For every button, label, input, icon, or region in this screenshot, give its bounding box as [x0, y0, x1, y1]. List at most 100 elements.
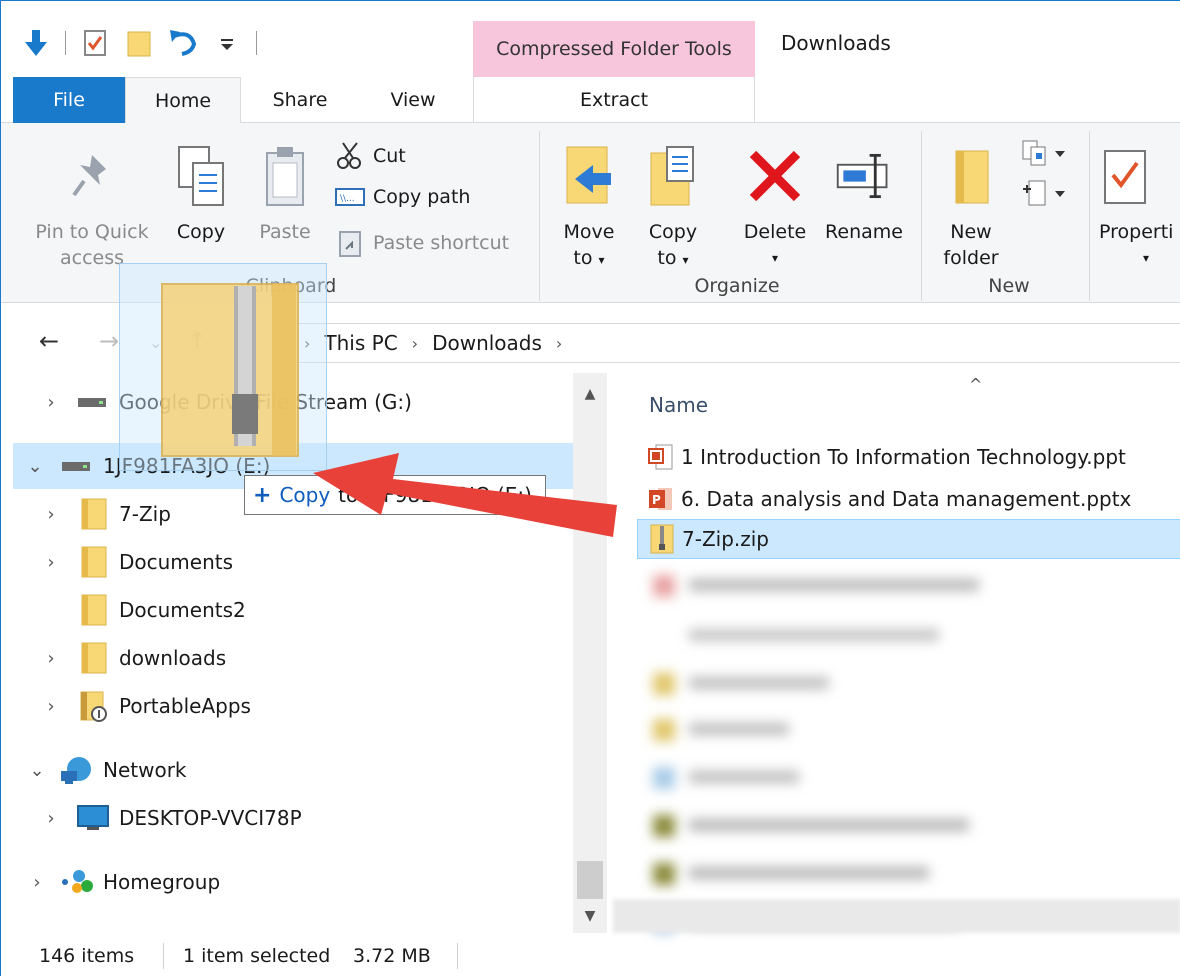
forward-arrow-icon[interactable]: →: [99, 327, 119, 355]
scrollbar-thumb[interactable]: [577, 861, 603, 899]
rename-label: Rename: [825, 221, 903, 243]
move-to-label-2: to ▾: [573, 247, 605, 269]
tree-item-label: downloads: [119, 646, 227, 670]
scroll-down-arrow-icon[interactable]: ▼: [573, 899, 607, 933]
plus-icon: +: [253, 482, 272, 508]
ribbon-divider: [1089, 131, 1090, 301]
expand-chevron-icon[interactable]: ›: [41, 648, 61, 669]
scroll-up-arrow-icon[interactable]: ▲: [573, 377, 607, 411]
file-name: 6. Data analysis and Data management.ppt…: [681, 487, 1132, 511]
organize-group-label: Organize: [694, 275, 780, 297]
paste-icon: [255, 141, 315, 211]
easy-access-button[interactable]: [1019, 177, 1071, 217]
new-folder-button[interactable]: New folder: [933, 141, 1009, 271]
move-to-button[interactable]: Move to ▾: [553, 141, 625, 273]
expand-chevron-icon[interactable]: ›: [41, 696, 61, 717]
drive-icon: [61, 459, 91, 473]
down-arrow-icon[interactable]: [21, 26, 51, 60]
tree-item-documents2[interactable]: Documents2: [1, 587, 573, 633]
tab-home[interactable]: Home: [125, 77, 241, 124]
customize-dropdown-icon[interactable]: [212, 26, 242, 60]
expand-chevron-icon[interactable]: ›: [41, 504, 61, 525]
file-row-pptx[interactable]: P 6. Data analysis and Data management.p…: [637, 479, 1180, 519]
tree-item-documents[interactable]: › Documents: [1, 539, 573, 585]
copy-to-button[interactable]: Copy to ▾: [637, 141, 709, 273]
copy-path-icon: \\...: [335, 188, 365, 206]
horizontal-scrollbar[interactable]: [613, 899, 1180, 933]
delete-dropdown-icon[interactable]: ▾: [772, 245, 778, 271]
copy-path-label: Copy path: [373, 186, 471, 208]
tree-item-label: Homegroup: [103, 870, 221, 894]
tab-share[interactable]: Share: [247, 77, 353, 123]
collapse-chevron-icon[interactable]: ⌄: [25, 456, 45, 477]
drag-target-label: to 1JF981FA3JO (E:): [338, 483, 532, 507]
tree-item-downloads[interactable]: › downloads: [1, 635, 573, 681]
title-bar: Compressed Folder Tools Downloads: [1, 1, 1180, 77]
expand-chevron-icon[interactable]: ›: [41, 808, 61, 829]
new-folder-label-2: folder: [943, 247, 999, 269]
new-item-icon: [1022, 140, 1065, 166]
delete-label: Delete: [743, 221, 807, 243]
toolbar-divider: [256, 31, 257, 55]
blurred-file-row: [649, 569, 1169, 601]
breadcrumb-chevron-icon[interactable]: ›: [412, 334, 418, 353]
column-header-name[interactable]: Name: [649, 393, 708, 417]
properties-label: Properti: [1099, 221, 1174, 243]
undo-icon[interactable]: [168, 26, 198, 60]
tree-item-desktop[interactable]: › DESKTOP-VVCI78P: [1, 795, 573, 841]
expand-chevron-icon[interactable]: ›: [41, 552, 61, 573]
status-size: 3.72 MB: [353, 945, 431, 967]
paste-shortcut-icon: [339, 231, 361, 257]
blurred-file-row: [649, 809, 1169, 841]
collapse-chevron-icon[interactable]: ⌄: [27, 760, 47, 781]
expand-chevron-icon[interactable]: ›: [41, 392, 61, 413]
pin-icon: [62, 141, 122, 211]
paste-label: Paste: [259, 221, 311, 243]
file-row-ppt[interactable]: 1 Introduction To Information Technology…: [637, 437, 1180, 477]
tab-file[interactable]: File: [13, 77, 125, 123]
nav-pane-scrollbar[interactable]: ▲ ▼: [573, 373, 607, 933]
breadcrumb-chevron-icon[interactable]: ›: [556, 334, 562, 353]
move-to-icon: [559, 141, 619, 211]
properties-button[interactable]: Properti ▾: [1099, 141, 1180, 271]
blurred-file-row: [649, 857, 1169, 889]
folder-icon: [81, 498, 107, 530]
pin-to-quick-access-button[interactable]: Pin to Quick access: [25, 141, 159, 271]
new-folder-icon[interactable]: [124, 26, 154, 60]
toolbar-divider: [65, 31, 66, 55]
paste-button[interactable]: Paste: [253, 141, 317, 245]
copy-path-button[interactable]: \\... Copy path: [335, 185, 470, 209]
breadcrumb-this-pc[interactable]: This PC: [324, 331, 397, 355]
breadcrumb-downloads[interactable]: Downloads: [432, 331, 542, 355]
drag-copy-tooltip: + Copy to 1JF981FA3JO (E:): [244, 475, 546, 515]
explorer-window: Compressed Folder Tools Downloads File H…: [0, 0, 1180, 976]
new-item-button[interactable]: [1019, 137, 1071, 177]
back-arrow-icon[interactable]: ←: [39, 327, 59, 355]
status-item-count: 146 items: [39, 945, 135, 967]
status-divider: [457, 943, 458, 969]
pin-label-1: Pin to Quick: [35, 221, 149, 243]
tree-item-network[interactable]: ⌄ Network: [1, 747, 573, 793]
easy-access-icon: [1023, 180, 1065, 206]
cut-button[interactable]: Cut: [335, 141, 406, 171]
status-selection: 1 item selected: [183, 945, 331, 967]
copy-button[interactable]: Copy: [169, 141, 233, 245]
file-name: 1 Introduction To Information Technology…: [681, 445, 1126, 469]
tab-extract[interactable]: Extract: [473, 77, 755, 123]
tree-item-portableapps[interactable]: › PortableApps: [1, 683, 573, 729]
homegroup-icon: [59, 868, 95, 896]
paste-shortcut-button[interactable]: Paste shortcut: [335, 229, 509, 257]
properties-dropdown-icon[interactable]: ▾: [1099, 245, 1149, 271]
delete-button[interactable]: Delete ▾: [737, 141, 813, 271]
ribbon-tabs: File Home Share View Extract: [1, 77, 1180, 124]
tree-item-label: PortableApps: [119, 694, 251, 718]
address-bar[interactable]: › This PC › Downloads ›: [291, 323, 1180, 363]
tree-item-homegroup[interactable]: › Homegroup: [1, 859, 573, 905]
file-row-7-zip-zip[interactable]: 7-Zip.zip: [637, 519, 1180, 559]
rename-button[interactable]: Rename: [819, 141, 909, 245]
copy-label: Copy: [176, 221, 226, 243]
expand-chevron-icon[interactable]: ›: [27, 872, 47, 893]
tab-view[interactable]: View: [361, 77, 465, 123]
cut-label: Cut: [373, 145, 406, 167]
properties-check-icon[interactable]: [80, 26, 110, 60]
